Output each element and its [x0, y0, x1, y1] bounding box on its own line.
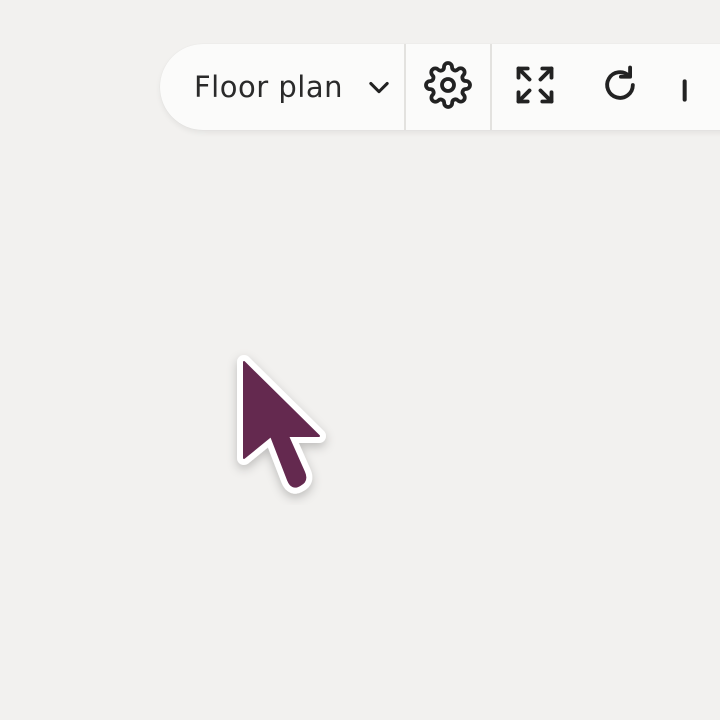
refresh-button[interactable] [578, 44, 662, 130]
pointer-cursor-icon [237, 355, 326, 494]
settings-button[interactable] [406, 44, 490, 130]
fullscreen-button[interactable] [492, 44, 578, 130]
top-toolbar: Floor plan [160, 44, 720, 130]
view-selector-dropdown[interactable]: Floor plan [160, 44, 404, 130]
expand-icon [513, 63, 557, 111]
partially-visible-icon [680, 63, 704, 111]
canvas[interactable]: Floor plan [0, 0, 720, 720]
more-button[interactable] [662, 44, 720, 130]
chevron-down-icon [363, 71, 395, 103]
refresh-icon [598, 63, 642, 111]
view-selector-label: Floor plan [194, 70, 343, 104]
gear-icon [424, 61, 472, 113]
